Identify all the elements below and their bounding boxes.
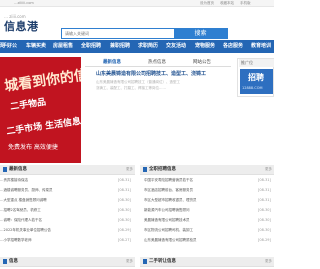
list-item[interactable]: 中国平安寿险招聘营销员若干名 [08-31] [144,178,274,186]
mobile-link[interactable]: 手机版 [240,1,251,6]
list-item-title[interactable]: 中国平安寿险招聘营销员若干名 [144,178,193,183]
more-link[interactable]: 更多 [265,167,272,172]
list-item[interactable]: …招聘2名驾驶员、机修工 [08-30] [0,208,134,216]
list-item[interactable]: …诚聘：保险代理人若干名 [08-30] [0,218,134,226]
list-item-date: [08-30] [118,208,131,212]
list-item-date: [08-30] [258,228,271,232]
nav-item-social[interactable]: 交友活动 [166,40,186,53]
section-marker-icon [143,259,147,264]
section-title: 全职招聘信息 [149,167,176,172]
list-item-date: [08-30] [118,218,131,222]
section-title: 信息 [9,259,18,264]
list-item-date: [08-30] [118,198,131,202]
nav-item-parttime[interactable]: 兼职招聘 [110,40,130,53]
top-bar: …ziliiii.com 设为首页 收藏本站 手机版 [0,0,274,7]
tab-hot[interactable]: 热点信息 [148,59,166,65]
nav-item-housing[interactable]: 房屋租售 [53,40,73,53]
info-tabs: 最新信息 热点信息 网站公告 [85,58,231,67]
section-title: 最新信息 [9,167,27,172]
headline-link[interactable]: 山东美晨铸造有限公司招聘技工、造型工、浇铸工 [96,70,206,77]
nav-item-education[interactable]: 教育培训 [251,40,271,53]
list-item-title[interactable]: 市区酒店招聘前台、客房服务员 [144,188,193,193]
fulltime-jobs-header: 全职招聘信息 更多 [140,165,274,175]
section-marker-icon [3,167,7,172]
list-item-title[interactable]: …小学招聘数学老师 [0,238,32,243]
list-item-title[interactable]: …酒楼诚聘服务员、厨师、传菜员 [0,188,53,193]
list-item-date: [08-31] [258,198,271,202]
search-box: 搜索 [61,28,228,39]
set-homepage-link[interactable]: 设为首页 [200,1,214,6]
list-item-title[interactable]: …贵宾楼接待保洁 [0,178,28,183]
list-item[interactable]: …酒楼诚聘服务员、厨师、传菜员 [08-31] [0,188,134,196]
banner-line-2: 二手物品 [9,97,47,113]
list-item-date: [08-31] [118,188,131,192]
search-button[interactable]: 搜索 [174,29,227,38]
page-root: …ziliiii.com 设为首页 收藏本站 手机版 … ziiii.com 信… [0,0,274,269]
list-item-title[interactable]: …招聘2名驾驶员、机修工 [0,208,41,213]
nav-item-cars[interactable]: 车辆买卖 [26,40,46,53]
list-item-date: [08-30] [258,218,271,222]
nav-item-job-office[interactable]: 手好公 [2,40,17,53]
bookmark-link[interactable]: 收藏本站 [220,1,234,6]
info-section-header: 信息 更多 [0,257,135,267]
list-item[interactable]: …2022年机关事业单位招聘公告 [08-29] [0,228,134,236]
list-item-title[interactable]: 美晨铸造有限公司招聘技术员 [144,218,190,223]
list-item-title[interactable]: …大型重点 楼盘销售顾问诚聘 [0,198,47,203]
latest-info-list: …贵宾楼接待保洁 [08-31] …酒楼诚聘服务员、厨师、传菜员 [08-31] …… [0,178,134,248]
main-nav: 首页 手好公 车辆买卖 房屋租售 全职招聘 兼职招聘 求职简历 交友活动 宠物服… [0,40,274,53]
more-link[interactable]: 更多 [126,167,133,172]
list-item-title[interactable]: 市区大型超市招聘收银员、理货员 [144,198,197,203]
headline-summary: 山东美晨铸造有限公司招聘技工（普通岗位）、造型工 [96,80,180,84]
list-item-title[interactable]: …2022年机关事业单位招聘公告 [0,228,51,233]
list-item[interactable]: …大型重点 楼盘销售顾问诚聘 [08-30] [0,198,134,206]
promo-banner[interactable]: 城看到你的信息 二手物品 二手市场 生活信息 免费发布 高效便捷 [0,57,81,163]
list-item-date: [08-29] [118,228,131,232]
list-item[interactable]: 山东美晨铸造有限公司招聘质检员 [08-29] [144,238,274,246]
nav-item-shops[interactable]: 各店服务 [223,40,243,53]
more-link[interactable]: 更多 [265,259,272,264]
header: … ziiii.com 信息港 搜索 热门搜索： 招聘 二手房 本地服务 店铺转… [0,7,274,45]
ad-caption: 推广位 [239,59,274,67]
ad-image: 招聘 12888.COM [240,69,273,94]
list-item[interactable]: 市区酒店招聘前台、客房服务员 [08-31] [144,188,274,196]
ad-domain: 12888.COM [242,86,263,90]
latest-info-header: 最新信息 更多 [0,165,135,175]
list-item-date: [08-30] [258,208,271,212]
list-item[interactable]: 美晨铸造有限公司招聘技术员 [08-30] [144,218,274,226]
nav-item-pets[interactable]: 宠物服务 [195,40,215,53]
fulltime-jobs-list: 中国平安寿险招聘营销员若干名 [08-31] 市区酒店招聘前台、客房服务员 [08-… [144,178,274,248]
list-item-title[interactable]: 市区物流公司招聘司机、装卸工 [144,228,193,233]
list-item-date: [08-31] [258,188,271,192]
banner-line-1: 城看到你的信息 [3,65,81,95]
banner-line-3: 二手市场 生活信息 [5,116,81,138]
headline-summary: 浇铸工、装配工、打磨工、焊接工等岗位…… [96,86,166,90]
list-item-title[interactable]: 新能源汽车公司招聘销售顾问 [144,208,190,213]
list-item-date: [08-29] [258,238,271,242]
list-item[interactable]: 新能源汽车公司招聘销售顾问 [08-30] [144,208,274,216]
list-item[interactable]: …小学招聘数学老师 [08-27] [0,238,134,246]
side-ad[interactable]: 推广位 招聘 12888.COM [237,58,274,97]
list-item-date: [08-31] [258,178,271,182]
nav-item-resume[interactable]: 求职简历 [138,40,158,53]
list-item-date: [08-27] [118,238,131,242]
search-input[interactable] [62,29,174,38]
ad-title: 招聘 [248,73,264,82]
site-domain: …ziliiii.com [14,1,34,5]
tab-latest[interactable]: 最新信息 [103,59,121,65]
nav-item-fulltime[interactable]: 全职招聘 [81,40,101,53]
section-marker-icon [3,259,7,264]
site-logo[interactable]: 信息港 [4,18,39,34]
list-item[interactable]: 市区物流公司招聘司机、装卸工 [08-30] [144,228,274,236]
banner-line-4: 免费发布 高效便捷 [8,144,58,151]
list-item-title[interactable]: 山东美晨铸造有限公司招聘质检员 [144,238,197,243]
list-item[interactable]: …贵宾楼接待保洁 [08-31] [0,178,134,186]
list-item-date: [08-31] [118,178,131,182]
list-item[interactable]: 市区大型超市招聘收银员、理货员 [08-31] [144,198,274,206]
tab-notice[interactable]: 网站公告 [193,59,211,65]
second-hand-header: 二手转让信息 更多 [140,257,274,267]
more-link[interactable]: 更多 [126,259,133,264]
section-marker-icon [143,167,147,172]
list-item-title[interactable]: …诚聘：保险代理人若干名 [0,218,42,223]
section-title: 二手转让信息 [149,259,176,264]
